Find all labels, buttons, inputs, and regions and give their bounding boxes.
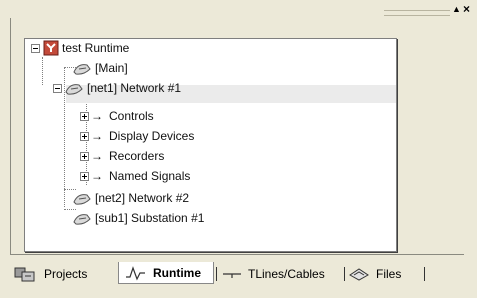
tree-item-named-signals[interactable]: → Named Signals xyxy=(80,167,190,185)
tree-item-label: Display Devices xyxy=(109,129,195,143)
arrow-icon: → xyxy=(91,149,103,163)
runtime-root-icon xyxy=(43,40,59,56)
tab-files[interactable]: Files xyxy=(348,262,420,286)
tree-item-label: Named Signals xyxy=(109,169,191,183)
expand-toggle[interactable] xyxy=(80,151,89,161)
tree-item-recorders[interactable]: → Recorders xyxy=(80,147,164,165)
tline-icon xyxy=(223,273,241,278)
tree-item-label: test Runtime xyxy=(62,41,130,55)
tab-strip: Projects Runtime TLines/Cables Files xyxy=(10,262,473,286)
tab-label: Runtime xyxy=(153,265,201,280)
tab-label: Projects xyxy=(44,267,88,281)
collapse-toggle[interactable] xyxy=(31,43,40,53)
network-icon xyxy=(65,84,83,95)
tab-separator xyxy=(216,267,217,281)
tab-tlines-cables[interactable]: TLines/Cables xyxy=(222,262,340,286)
tree-item-display-devices[interactable]: → Display Devices xyxy=(80,127,194,145)
arrow-icon: → xyxy=(91,109,103,123)
tree-item-sub1[interactable]: [sub1] Substation #1 xyxy=(72,209,204,227)
close-icon[interactable]: × xyxy=(463,2,470,16)
tree-item-label: [net2] Network #2 xyxy=(95,191,190,205)
tree-panel: test Runtime [Main] [net1] Network #1 → … xyxy=(10,18,464,255)
network-icon xyxy=(73,64,91,75)
collapse-toggle[interactable] xyxy=(53,83,62,93)
tree-item-net2[interactable]: [net2] Network #2 xyxy=(72,189,189,207)
arrow-icon: → xyxy=(91,129,103,143)
runtime-tree[interactable]: test Runtime [Main] [net1] Network #1 → … xyxy=(24,38,397,252)
tree-item-controls[interactable]: → Controls xyxy=(80,107,154,125)
tree-item-label: [net1] Network #1 xyxy=(87,81,182,95)
tree-item-label: Recorders xyxy=(109,149,165,163)
expand-toggle[interactable] xyxy=(80,171,89,181)
drag-grip[interactable] xyxy=(384,10,450,16)
tab-separator xyxy=(344,267,345,281)
tree-item-net1[interactable]: [net1] Network #1 xyxy=(53,79,181,97)
tab-separator xyxy=(424,267,425,281)
expand-toggle[interactable] xyxy=(80,111,89,121)
files-icon xyxy=(349,268,369,281)
panel-title-bar: ▲ × xyxy=(0,0,477,18)
network-icon xyxy=(73,194,91,205)
tree-item-label: [sub1] Substation #1 xyxy=(95,211,205,225)
tree-item-label: [Main] xyxy=(95,61,128,75)
pin-icon[interactable]: ▲ xyxy=(452,4,461,14)
tab-label: Files xyxy=(376,267,402,281)
arrow-icon: → xyxy=(91,169,103,183)
network-icon xyxy=(73,214,91,225)
tree-item-label: Controls xyxy=(109,109,154,123)
tree-item-main[interactable]: [Main] xyxy=(72,59,128,77)
projects-icon xyxy=(14,267,35,282)
tree-item-root[interactable]: test Runtime xyxy=(31,39,129,57)
tab-label: TLines/Cables xyxy=(248,267,325,281)
expand-toggle[interactable] xyxy=(80,131,89,141)
tab-projects[interactable]: Projects xyxy=(14,262,116,286)
tab-runtime[interactable]: Runtime xyxy=(118,262,214,284)
runtime-wave-icon xyxy=(126,265,145,281)
tree-line xyxy=(42,57,43,85)
